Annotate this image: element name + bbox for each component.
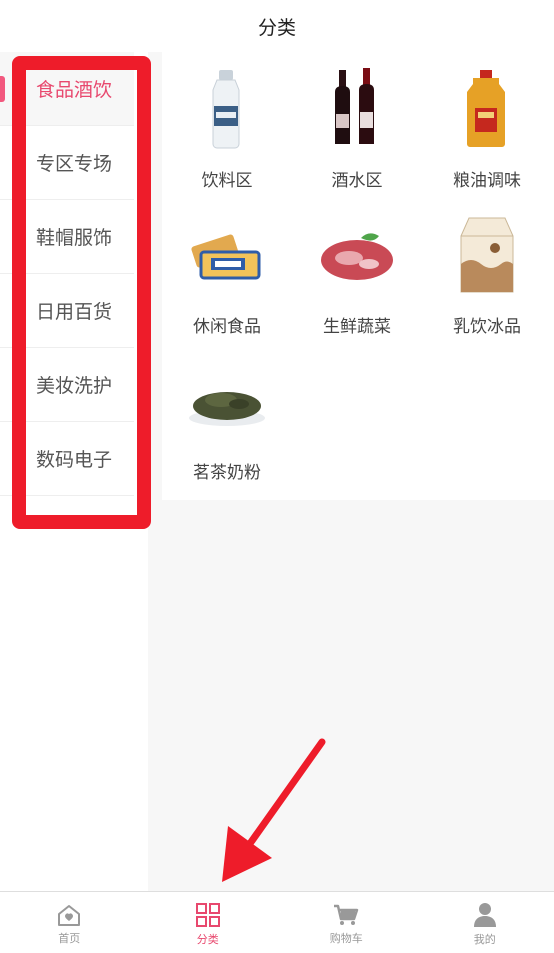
sidebar-item-label: 专区专场 bbox=[36, 153, 113, 175]
tab-cart[interactable]: 购物车 bbox=[277, 892, 416, 953]
subcategory-label: 茗茶奶粉 bbox=[193, 463, 261, 483]
cart-icon bbox=[334, 904, 359, 925]
sidebar-item-label: 鞋帽服饰 bbox=[36, 227, 113, 249]
tab-mine[interactable]: 我的 bbox=[416, 892, 554, 953]
annotation-arrow bbox=[222, 738, 326, 882]
tab-home[interactable]: 首页 bbox=[0, 892, 139, 953]
subcategory-wine[interactable]: 酒水区 bbox=[292, 52, 422, 197]
sidebar-item-special-zone[interactable]: 专区专场 bbox=[0, 126, 134, 200]
subcategory-grid: 饮料区 酒水区 粮油调味 休闲食品 生鲜蔬菜 乳饮冰品 茗茶奶粉 bbox=[162, 52, 554, 500]
page-header: 分类 bbox=[0, 0, 554, 52]
sidebar-item-food-drinks[interactable]: 食品酒饮 bbox=[0, 52, 134, 126]
subcategory-label: 乳饮冰品 bbox=[453, 317, 521, 337]
tea-leaves-icon bbox=[187, 358, 267, 442]
biscuit-snack-icon bbox=[187, 212, 267, 296]
tab-label: 购物车 bbox=[329, 932, 363, 945]
home-icon bbox=[58, 905, 81, 926]
subcategory-label: 休闲食品 bbox=[193, 317, 261, 337]
sidebar-item-label: 数码电子 bbox=[36, 449, 113, 471]
subcategory-fresh[interactable]: 生鲜蔬菜 bbox=[292, 198, 422, 343]
page-title: 分类 bbox=[257, 16, 296, 39]
sidebar-item-apparel[interactable]: 鞋帽服饰 bbox=[0, 200, 134, 274]
tab-label: 分类 bbox=[196, 933, 219, 946]
milk-carton-icon bbox=[447, 212, 527, 296]
sidebar-item-label: 美妆洗护 bbox=[36, 375, 113, 397]
bottom-tab-bar: 首页 分类 购物车 我的 bbox=[0, 891, 554, 953]
tab-label: 首页 bbox=[58, 932, 81, 945]
oil-jug-icon bbox=[447, 66, 527, 150]
tab-label: 我的 bbox=[473, 933, 496, 946]
sidebar-item-digital[interactable]: 数码电子 bbox=[0, 422, 134, 496]
sidebar-item-daily-goods[interactable]: 日用百货 bbox=[0, 274, 134, 348]
subcategory-label: 粮油调味 bbox=[453, 171, 521, 191]
user-icon bbox=[473, 903, 496, 927]
subcategory-label: 生鲜蔬菜 bbox=[323, 317, 391, 337]
subcategory-label: 酒水区 bbox=[331, 171, 383, 191]
subcategory-tea-milk-powder[interactable]: 茗茶奶粉 bbox=[162, 344, 292, 489]
sidebar-item-beauty[interactable]: 美妆洗护 bbox=[0, 348, 134, 422]
subcategory-dairy[interactable]: 乳饮冰品 bbox=[422, 198, 552, 343]
subcategory-beverages[interactable]: 饮料区 bbox=[162, 52, 292, 197]
water-bottle-icon bbox=[187, 66, 267, 150]
category-grid-icon bbox=[195, 903, 220, 927]
wine-bottles-icon bbox=[317, 66, 397, 150]
sidebar-item-label: 日用百货 bbox=[36, 301, 113, 323]
subcategory-label: 饮料区 bbox=[201, 171, 253, 191]
tab-category[interactable]: 分类 bbox=[139, 892, 278, 953]
sidebar-item-label: 食品酒饮 bbox=[36, 79, 113, 101]
subcategory-grain-oil[interactable]: 粮油调味 bbox=[422, 52, 552, 197]
category-sidebar: 食品酒饮 专区专场 鞋帽服饰 日用百货 美妆洗护 数码电子 bbox=[0, 52, 148, 891]
subcategory-snacks[interactable]: 休闲食品 bbox=[162, 198, 292, 343]
raw-meat-icon bbox=[317, 212, 397, 296]
active-indicator bbox=[0, 76, 5, 102]
